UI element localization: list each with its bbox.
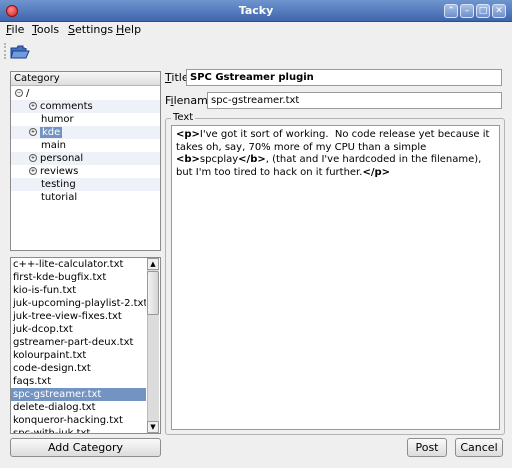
list-item[interactable]: c++-lite-calculator.txt xyxy=(11,258,146,271)
window-title: Tacky xyxy=(238,4,274,17)
list-item[interactable]: spc-with-juk.txt xyxy=(11,427,146,433)
open-folder-icon[interactable] xyxy=(10,44,30,60)
tree-item-humor[interactable]: humor xyxy=(11,113,160,126)
category-header[interactable]: Category xyxy=(11,72,160,86)
list-item[interactable]: kio-is-fun.txt xyxy=(11,284,146,297)
collapse-icon[interactable]: − xyxy=(15,89,23,97)
tree-item-label: testing xyxy=(41,179,76,190)
tree-item-label: kde xyxy=(40,127,63,138)
add-category-button[interactable]: Add Category xyxy=(10,438,161,457)
list-item[interactable]: code-design.txt xyxy=(11,362,146,375)
list-item[interactable]: juk-tree-view-fixes.txt xyxy=(11,310,146,323)
list-item-selected[interactable]: spc-gstreamer.txt xyxy=(11,388,146,401)
scroll-up-icon[interactable]: ▲ xyxy=(147,258,159,270)
filename-input[interactable]: spc-gstreamer.txt xyxy=(207,92,502,109)
shade-window-icon[interactable]: ⌃ xyxy=(444,4,458,18)
tree-item-label: reviews xyxy=(40,166,79,177)
menu-file[interactable]: File xyxy=(6,22,24,38)
close-icon[interactable]: ✕ xyxy=(492,4,506,18)
tree-item-label: tutorial xyxy=(41,192,78,203)
tree-item-root[interactable]: − / xyxy=(11,87,160,100)
add-category-label: Add Category xyxy=(47,441,124,454)
tree-item-label: personal xyxy=(40,153,84,164)
list-item[interactable]: delete-dialog.txt xyxy=(11,401,146,414)
tree-item-reviews[interactable]: + reviews xyxy=(11,165,160,178)
cancel-button[interactable]: Cancel xyxy=(455,438,503,457)
toolbar-grip[interactable] xyxy=(4,43,7,59)
menu-settings[interactable]: Settings xyxy=(68,22,113,38)
tree-item-tutorial[interactable]: tutorial xyxy=(11,191,160,204)
scrollbar-thumb[interactable] xyxy=(147,271,159,315)
tree-item-label: / xyxy=(26,88,30,99)
expand-icon[interactable]: + xyxy=(29,102,37,110)
tree-item-kde[interactable]: + kde xyxy=(11,126,160,139)
maximize-icon[interactable]: □ xyxy=(476,4,490,18)
tree-item-personal[interactable]: + personal xyxy=(11,152,160,165)
tree-item-label: comments xyxy=(40,101,93,112)
expand-icon[interactable]: + xyxy=(29,154,37,162)
tree-item-testing[interactable]: testing xyxy=(11,178,160,191)
list-item[interactable]: first-kde-bugfix.txt xyxy=(11,271,146,284)
tree-item-label: humor xyxy=(41,114,74,125)
expand-icon[interactable]: + xyxy=(29,128,37,136)
menu-tools[interactable]: Tools xyxy=(32,22,59,38)
list-item[interactable]: juk-upcoming-playlist-2.txt xyxy=(11,297,146,310)
list-item[interactable]: faqs.txt xyxy=(11,375,146,388)
expand-icon[interactable]: + xyxy=(29,167,37,175)
tree-item-comments[interactable]: + comments xyxy=(11,100,160,113)
text-label: Text xyxy=(171,111,196,124)
minimize-icon[interactable]: – xyxy=(460,4,474,18)
title-input[interactable]: SPC Gstreamer plugin xyxy=(186,69,502,86)
list-item[interactable]: konqueror-hacking.txt xyxy=(11,414,146,427)
tree-item-label: main xyxy=(41,140,66,151)
list-item[interactable]: gstreamer-part-deux.txt xyxy=(11,336,146,349)
post-button[interactable]: Post xyxy=(407,438,447,457)
toolbar xyxy=(0,38,512,66)
list-item[interactable]: juk-dcop.txt xyxy=(11,323,146,336)
text-editor[interactable]: <p>I've got it sort of working. No code … xyxy=(171,125,500,430)
tree-item-main[interactable]: main xyxy=(11,139,160,152)
menu-help[interactable]: Help xyxy=(116,22,141,38)
list-item[interactable]: kolourpaint.txt xyxy=(11,349,146,362)
scroll-down-icon[interactable]: ▼ xyxy=(147,421,159,433)
